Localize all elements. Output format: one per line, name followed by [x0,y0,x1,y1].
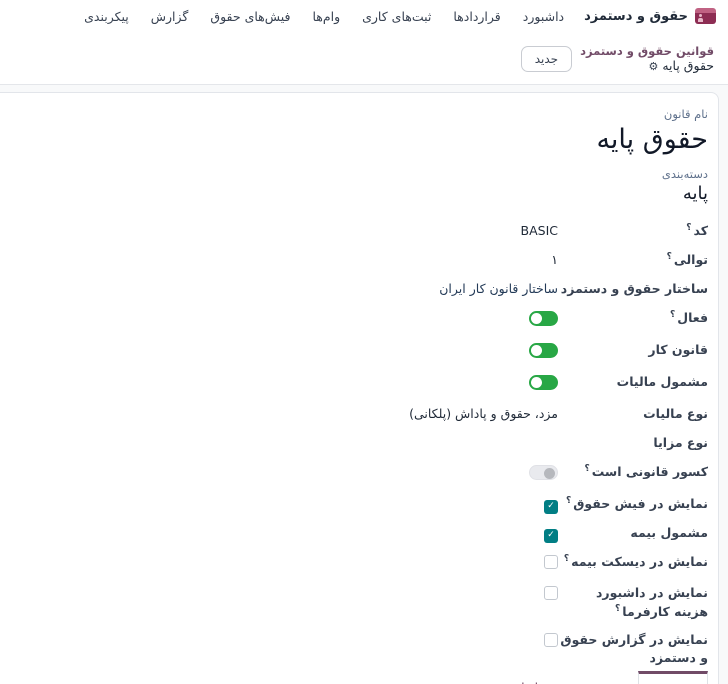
help-icon: ؟ [566,496,571,506]
tax-type-label: نوع مالیات [558,403,708,423]
active-toggle[interactable] [529,311,558,326]
menu-item-work-entries[interactable]: ثبت‌های کاری [362,9,431,24]
form-row: کد؟ BASIC [14,216,708,245]
menu-item-payslips[interactable]: فیش‌های حقوق [210,9,290,24]
show-on-payslip-checkbox[interactable]: ✓ [544,500,558,514]
show-on-payslip-label: نمایش در فیش حقوق؟ [558,493,708,513]
payroll-app-icon[interactable] [695,8,716,24]
form-view-background: نام قانون حقوق پایه دسته‌بندی پایه کد؟ B… [0,85,728,684]
labor-law-label: قانون کار [558,339,708,359]
breadcrumb-current-record: حقوق پایه ⚙ [580,58,714,74]
form-row: نمایش در گزارش حقوق و دستمزد [14,625,708,671]
toggle-knob [531,377,542,388]
check-icon: ✓ [547,529,555,542]
form-row: نمایش در فیش حقوق؟ ✓ [14,489,708,518]
legal-deduction-toggle[interactable] [529,465,558,480]
show-on-insurance-disk-checkbox[interactable] [544,555,558,569]
taxable-toggle[interactable] [529,375,558,390]
insurance-included-checkbox[interactable]: ✓ [544,529,558,543]
help-icon: ؟ [615,604,620,614]
legal-deduction-label: کسور قانونی است؟ [558,461,708,481]
rule-name-label: نام قانون [14,107,708,121]
sequence-field[interactable]: ۱ [14,249,558,269]
menu-item-dashboard[interactable]: داشبورد [523,9,564,24]
benefit-type-field[interactable] [14,432,558,434]
form-row: کسور قانونی است؟ [14,457,708,489]
taxable-label: مشمول مالیات [558,371,708,391]
tab-accounting[interactable]: حسابداری [489,671,573,684]
salary-structure-label: ساختار حقوق و دستمزد [558,278,708,298]
breadcrumb-salary-rules[interactable]: قوانین حقوق و دستمزد [580,44,714,58]
breadcrumb: قوانین حقوق و دستمزد حقوق پایه ⚙ [580,44,714,74]
benefit-type-label: نوع مزایا [558,432,708,452]
toggle-knob [531,313,542,324]
person-icon [698,14,703,22]
help-icon: ؟ [564,554,569,564]
control-panel: قوانین حقوق و دستمزد حقوق پایه ⚙ جدید [0,32,728,85]
help-icon: ؟ [584,464,589,474]
labor-law-toggle[interactable] [529,343,558,358]
insurance-included-label: مشمول بیمه [558,522,708,542]
show-on-employer-cost-dashboard-checkbox[interactable] [544,586,558,600]
help-icon: ؟ [686,223,691,233]
tax-type-field[interactable]: مزد، حقوق و پاداش (پلکانی) [14,403,558,423]
show-on-payroll-report-checkbox[interactable] [544,633,558,647]
help-icon: ؟ [670,310,675,320]
active-label: فعال؟ [558,307,708,327]
new-button[interactable]: جدید [521,46,572,72]
form-row: مشمول مالیات [14,367,708,399]
form-row: قانون کار [14,335,708,367]
form-row: نمایش در دیسکت بیمه؟ [14,547,708,578]
app-name[interactable]: حقوق و دستمزد [584,9,688,24]
code-field[interactable]: BASIC [14,220,558,240]
form-row: نوع مالیات مزد، حقوق و پاداش (پلکانی) [14,399,708,428]
rule-name-field[interactable]: حقوق پایه [14,123,708,157]
show-on-insurance-disk-label: نمایش در دیسکت بیمه؟ [558,551,708,571]
form-sheet: نام قانون حقوق پایه دسته‌بندی پایه کد؟ B… [0,92,719,684]
check-icon: ✓ [547,500,555,513]
form-row: فعال؟ [14,303,708,335]
sequence-label: توالی؟ [558,249,708,269]
menu-item-reporting[interactable]: گزارش [151,9,189,24]
tab-general[interactable]: عمومی [638,671,708,684]
tabs-divider [5,671,489,684]
form-row: نوع مزایا [14,428,708,457]
form-row: توالی؟ ۱ [14,245,708,274]
gear-icon[interactable]: ⚙ [648,61,658,72]
category-label: دسته‌بندی [14,167,708,181]
breadcrumb-current-label: حقوق پایه [662,58,714,74]
category-field[interactable]: پایه [14,183,708,204]
show-on-employer-cost-dashboard-label: نمایش در داشبورد هزینه کارفرما؟ [558,582,708,620]
top-menu-bar: حقوق و دستمزد داشبورد قراردادها ثبت‌های … [0,0,728,32]
form-row: مشمول بیمه ✓ [14,518,708,547]
tab-description[interactable]: توضیح [573,671,637,684]
help-icon: ؟ [667,252,672,262]
toggle-knob [531,345,542,356]
form-row: ساختار حقوق و دستمزد ساختار قانون کار ای… [14,274,708,303]
show-on-payroll-report-label: نمایش در گزارش حقوق و دستمزد [558,629,708,667]
main-menu: داشبورد قراردادها ثبت‌های کاری وام‌ها فی… [84,9,564,24]
code-label: کد؟ [558,220,708,240]
form-row: نمایش در داشبورد هزینه کارفرما؟ [14,578,708,624]
menu-item-contracts[interactable]: قراردادها [453,9,500,24]
notebook-tabs: عمومی توضیح حسابداری [0,671,708,684]
toggle-knob [544,468,555,479]
menu-item-loans[interactable]: وام‌ها [312,9,340,24]
salary-structure-link[interactable]: ساختار قانون کار ایران [14,278,558,298]
menu-item-configuration[interactable]: پیکربندی [84,9,129,24]
